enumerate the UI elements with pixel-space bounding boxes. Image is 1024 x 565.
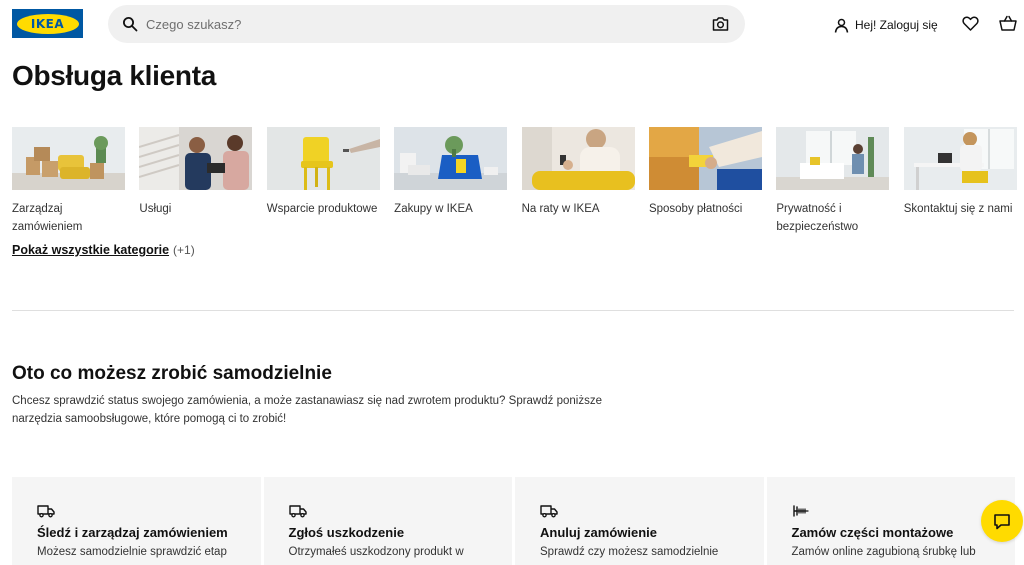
login-link[interactable]: Hej! Zaloguj się [834, 15, 938, 35]
card-description: Możesz samodzielnie sprawdzić etap [37, 546, 227, 558]
search-input[interactable] [146, 5, 706, 43]
card-description: Otrzymałeś uszkodzony produkt w [288, 546, 464, 558]
camera-icon[interactable] [712, 16, 729, 32]
logo-text: IKEA [30, 16, 65, 31]
card-track-order[interactable]: Śledź i zarządzaj zamówieniem Możesz sam… [12, 477, 261, 565]
site-header: IKEA Hej! Zaloguj się [0, 0, 1024, 50]
truck-icon [540, 505, 558, 518]
category-row: Zarządzaj zamówieniem Usługi Wsparcie pr… [12, 127, 1024, 236]
cart-icon[interactable] [999, 15, 1017, 32]
show-all-categories: Pokaż wszystkie kategorie (+1) [12, 243, 195, 257]
chat-button[interactable] [981, 500, 1023, 542]
category-image-blue-bag [394, 127, 508, 190]
category-label: Usługi [139, 203, 172, 215]
card-description: Sprawdź czy możesz samodzielnie [540, 546, 719, 558]
heart-icon[interactable] [962, 15, 979, 32]
user-icon [834, 18, 849, 33]
category-installments[interactable]: Na raty w IKEA [521, 127, 635, 236]
logo-oval: IKEA [16, 13, 79, 34]
category-services[interactable]: Usługi [139, 127, 253, 236]
category-image-delivery [139, 127, 253, 190]
category-label: Wsparcie produktowe [266, 203, 378, 215]
card-title: Śledź i zarządzaj zamówieniem [37, 525, 228, 540]
card-report-damage[interactable]: Zgłoś uszkodzenie Otrzymałeś uszkodzony … [263, 477, 512, 565]
self-service-cards: Śledź i zarządzaj zamówieniem Możesz sam… [12, 477, 1015, 565]
page-title: Obsługa klienta [12, 60, 216, 91]
card-order-parts[interactable]: Zamów części montażowe Zamów online zagu… [766, 477, 1015, 565]
show-all-count: (+1) [173, 243, 195, 257]
card-title: Zgłoś uszkodzenie [288, 525, 405, 540]
category-label: Prywatność i bezpieczeństwo [776, 203, 859, 233]
category-image-yellow-chair [266, 127, 380, 190]
category-image-payment [648, 127, 762, 190]
category-label: Skontaktuj się z nami [903, 203, 1013, 215]
self-service-title: Oto co możesz zrobić samodzielnie [12, 363, 332, 384]
screw-icon [792, 505, 809, 517]
self-service-description: Chcesz sprawdzić status swojego zamówien… [12, 395, 602, 425]
card-cancel-order[interactable]: Anuluj zamówienie Sprawdź czy możesz sam… [515, 477, 764, 565]
show-all-categories-link[interactable]: Pokaż wszystkie kategorie [12, 243, 169, 257]
category-label: Sposoby płatności [648, 203, 743, 215]
truck-icon [37, 505, 55, 518]
category-label: Zarządzaj zamówieniem [12, 203, 83, 233]
search-icon[interactable] [122, 16, 138, 32]
category-contact[interactable]: Skontaktuj się z nami [903, 127, 1017, 236]
category-label: Na raty w IKEA [521, 203, 600, 215]
card-description: Zamów online zagubioną śrubkę lub [791, 546, 976, 558]
card-title: Zamów części montażowe [791, 525, 954, 540]
category-image-living-room [776, 127, 890, 190]
category-payment-methods[interactable]: Sposoby płatności [648, 127, 762, 236]
ikea-logo[interactable]: IKEA [12, 9, 83, 38]
category-label: Zakupy w IKEA [394, 203, 473, 215]
section-divider [12, 310, 1014, 311]
chat-icon [994, 513, 1010, 529]
login-label: Hej! Zaloguj się [855, 18, 938, 32]
category-shopping[interactable]: Zakupy w IKEA [394, 127, 508, 236]
card-title: Anuluj zamówienie [540, 525, 658, 540]
search-bar[interactable] [108, 5, 745, 43]
category-image-woman-phone [521, 127, 635, 190]
category-manage-order[interactable]: Zarządzaj zamówieniem [12, 127, 125, 236]
truck-icon [288, 505, 307, 518]
category-product-support[interactable]: Wsparcie produktowe [266, 127, 380, 236]
category-image-boxes-chair [12, 127, 125, 190]
category-image-desk [903, 127, 1017, 190]
category-privacy[interactable]: Prywatność i bezpieczeństwo [776, 127, 890, 236]
